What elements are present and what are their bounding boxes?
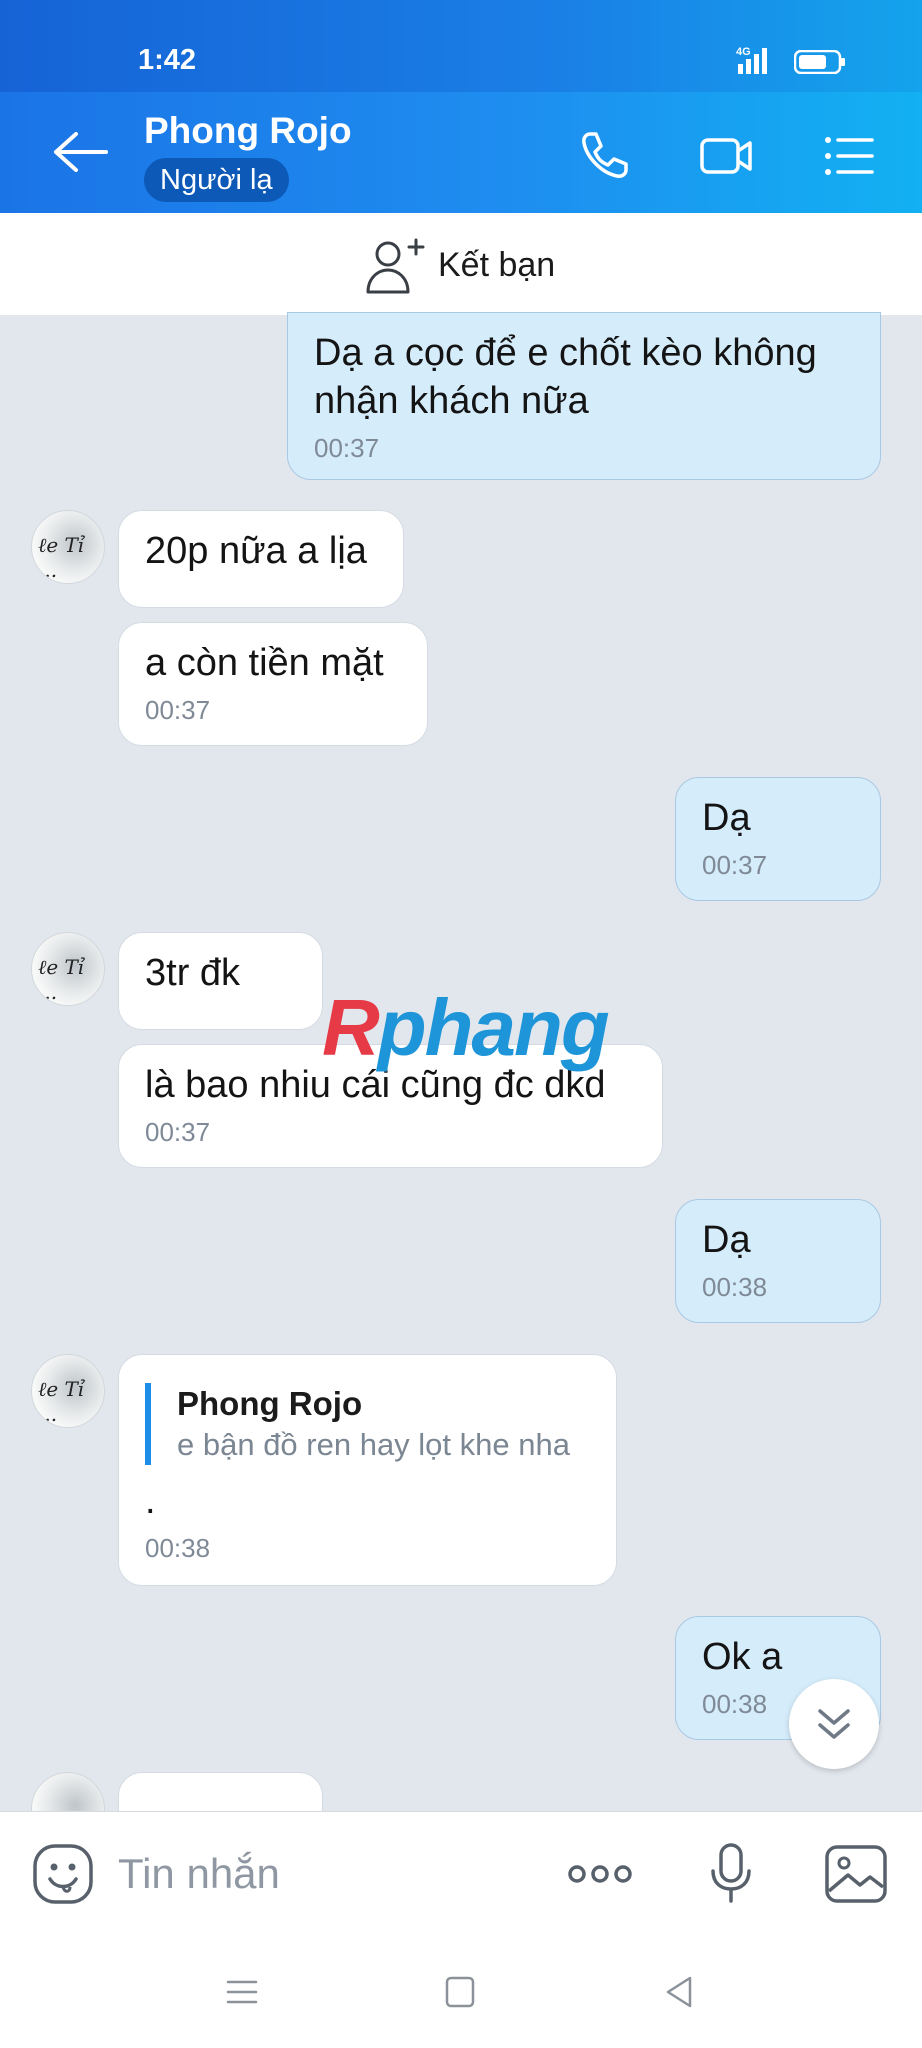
menu-icon[interactable] [820, 128, 876, 184]
scroll-down-button[interactable] [789, 1679, 879, 1769]
message-bubble-incoming[interactable]: 3tr đk [118, 932, 323, 1030]
video-call-icon[interactable] [698, 128, 754, 184]
watermark: Rphang [322, 983, 610, 1072]
message-time: 00:37 [702, 850, 768, 880]
message-text: a còn tiền mặt [145, 642, 384, 684]
message-bubble-reply[interactable]: Phong Rojo e bận đồ ren hay lọt khe nha … [118, 1354, 617, 1586]
phone-icon[interactable] [576, 128, 632, 184]
avatar[interactable]: ℓe Tỉ ... [31, 932, 105, 1006]
message-bubble-outgoing[interactable]: Dạ 00:37 [675, 777, 881, 901]
avatar[interactable]: ℓe Tỉ ... [31, 1354, 105, 1428]
quoted-text: e bận đồ ren hay lọt khe nha [177, 1427, 570, 1462]
message-bubble-outgoing[interactable]: Dạ a cọc để e chốt kèo không nhận khách … [287, 312, 881, 480]
message-time: 00:38 [702, 1272, 768, 1302]
back-nav-icon[interactable] [660, 1972, 700, 2012]
network-type: 4G [736, 46, 751, 58]
message-text: 3tr đk [145, 952, 241, 994]
contact-name[interactable]: Phong Rojo [144, 110, 352, 152]
message-text: Dạ [702, 1219, 751, 1261]
message-time: 00:38 [145, 1533, 211, 1563]
stranger-badge: Người lạ [144, 158, 289, 202]
battery-icon [794, 50, 845, 74]
message-text: . [145, 1480, 156, 1522]
add-friend-icon [366, 238, 425, 294]
image-icon[interactable] [822, 1843, 890, 1905]
recents-icon[interactable] [222, 1972, 262, 2012]
message-time: 00:37 [145, 695, 211, 725]
message-text: Ok a [702, 1636, 783, 1678]
scroll-down-icon [818, 1709, 850, 1739]
avatar[interactable]: ℓe Tỉ ... [31, 510, 105, 584]
more-icon[interactable] [566, 1843, 634, 1905]
message-bubble-incoming[interactable]: 20p nữa a lịa [118, 510, 404, 608]
message-text: Dạ [702, 797, 751, 839]
home-icon[interactable] [440, 1972, 480, 2012]
back-arrow-icon[interactable] [52, 128, 110, 176]
microphone-icon[interactable] [697, 1843, 765, 1905]
message-text: 20p nữa a lịa [145, 530, 367, 572]
add-friend-label[interactable]: Kết bạn [438, 246, 555, 285]
status-time: 1:42 [138, 44, 197, 76]
message-bubble-outgoing[interactable]: Dạ 00:38 [675, 1199, 881, 1323]
signal-icon: 4G [736, 46, 767, 74]
message-text: Dạ a cọc để e chốt kèo không nhận khách … [314, 332, 817, 422]
quoted-message[interactable]: Phong Rojo e bận đồ ren hay lọt khe nha [145, 1383, 590, 1465]
message-time: 00:37 [314, 433, 380, 463]
message-input[interactable]: Tin nhắn [118, 1850, 280, 1898]
message-bubble-incoming[interactable]: a còn tiền mặt 00:37 [118, 622, 428, 746]
quoted-sender: Phong Rojo [177, 1385, 363, 1422]
sticker-icon[interactable] [32, 1843, 94, 1905]
message-time: 00:37 [145, 1117, 211, 1147]
